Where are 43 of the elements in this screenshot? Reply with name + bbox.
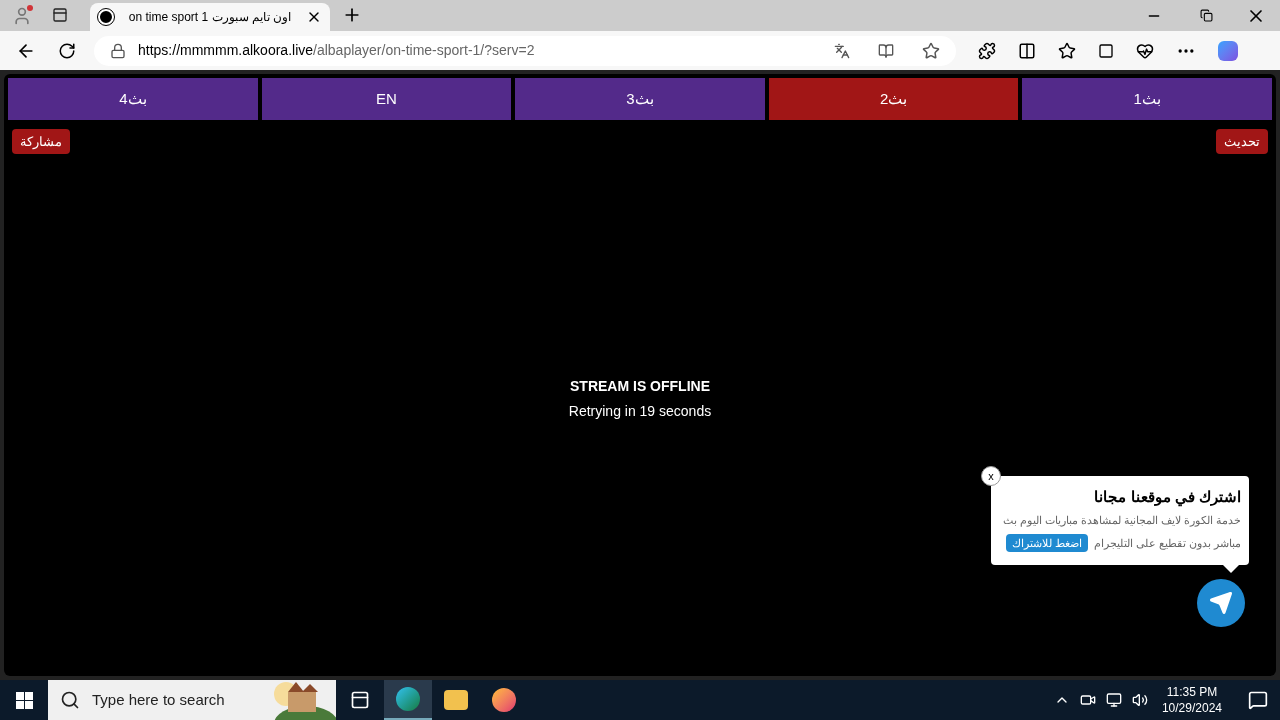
favorite-icon[interactable] [922,41,940,60]
server-tab[interactable]: بث4 [8,78,258,120]
read-aloud-icon[interactable] [878,42,894,59]
subscribe-button[interactable]: اضغط للاشتراك [1005,534,1088,552]
stream-status: STREAM IS OFFLINE [570,377,710,396]
popup-title: اشترك في موقعنا مجانا [1093,487,1241,509]
popup-close-button[interactable]: x [981,466,1001,486]
browser-tab[interactable]: on time sport 1 اون تايم سبورت [90,3,330,31]
server-tab[interactable]: بث1 [1022,78,1272,120]
search-placeholder: Type here to search [92,689,225,710]
windows-start-icon[interactable] [15,691,33,709]
server-tab[interactable]: بث3 [515,78,765,120]
refresh-button[interactable]: تحديث [1216,129,1268,154]
paper-plane-icon [1209,590,1233,615]
split-screen-icon[interactable] [1018,41,1036,60]
browser-essentials-icon[interactable] [1136,41,1154,60]
tab-title: on time sport 1 اون تايم سبورت [127,9,293,26]
popup-description-line: مباشر بدون تقطيع على التليجرام [1093,535,1241,552]
favorites-list-icon[interactable] [1058,41,1076,60]
clock[interactable]: 11:35 PM 10/29/2024 [1157,684,1226,716]
url-text: https://mmmmm.alkoora.live/albaplayer/on-time-sport-1/?serv=2 [138,41,536,60]
search-icon [60,690,80,710]
notifications-icon[interactable] [1248,690,1268,710]
profile-icon[interactable] [12,5,32,26]
collections-icon[interactable] [1098,42,1114,59]
taskbar-search-field[interactable]: Type here to search [48,680,336,720]
telegram-button[interactable] [1197,578,1245,627]
network-icon[interactable] [1105,692,1122,708]
server-tab[interactable]: EN [261,78,512,120]
translate-icon[interactable] [834,42,850,59]
share-button[interactable]: مشاركة [12,129,70,154]
lock-icon [110,42,126,59]
volume-icon[interactable] [1131,692,1148,708]
restore-icon[interactable] [1200,9,1213,22]
address-bar[interactable]: https://mmmmm.alkoora.live/albaplayer/on-time-sport-1/?serv=2 [94,35,956,66]
popup-description-line: خدمة الكورة لايف المجانية لمشاهدة مباريات اليوم بث [1001,512,1241,529]
reload-icon[interactable] [58,41,76,60]
camera-icon[interactable] [1079,692,1096,708]
server-tab[interactable]: بث2 [768,78,1019,120]
extensions-icon[interactable] [978,41,996,60]
task-view-icon[interactable] [350,690,370,710]
retry-message: Retrying in 19 seconds [568,402,712,421]
tab-actions-icon[interactable] [52,7,68,23]
